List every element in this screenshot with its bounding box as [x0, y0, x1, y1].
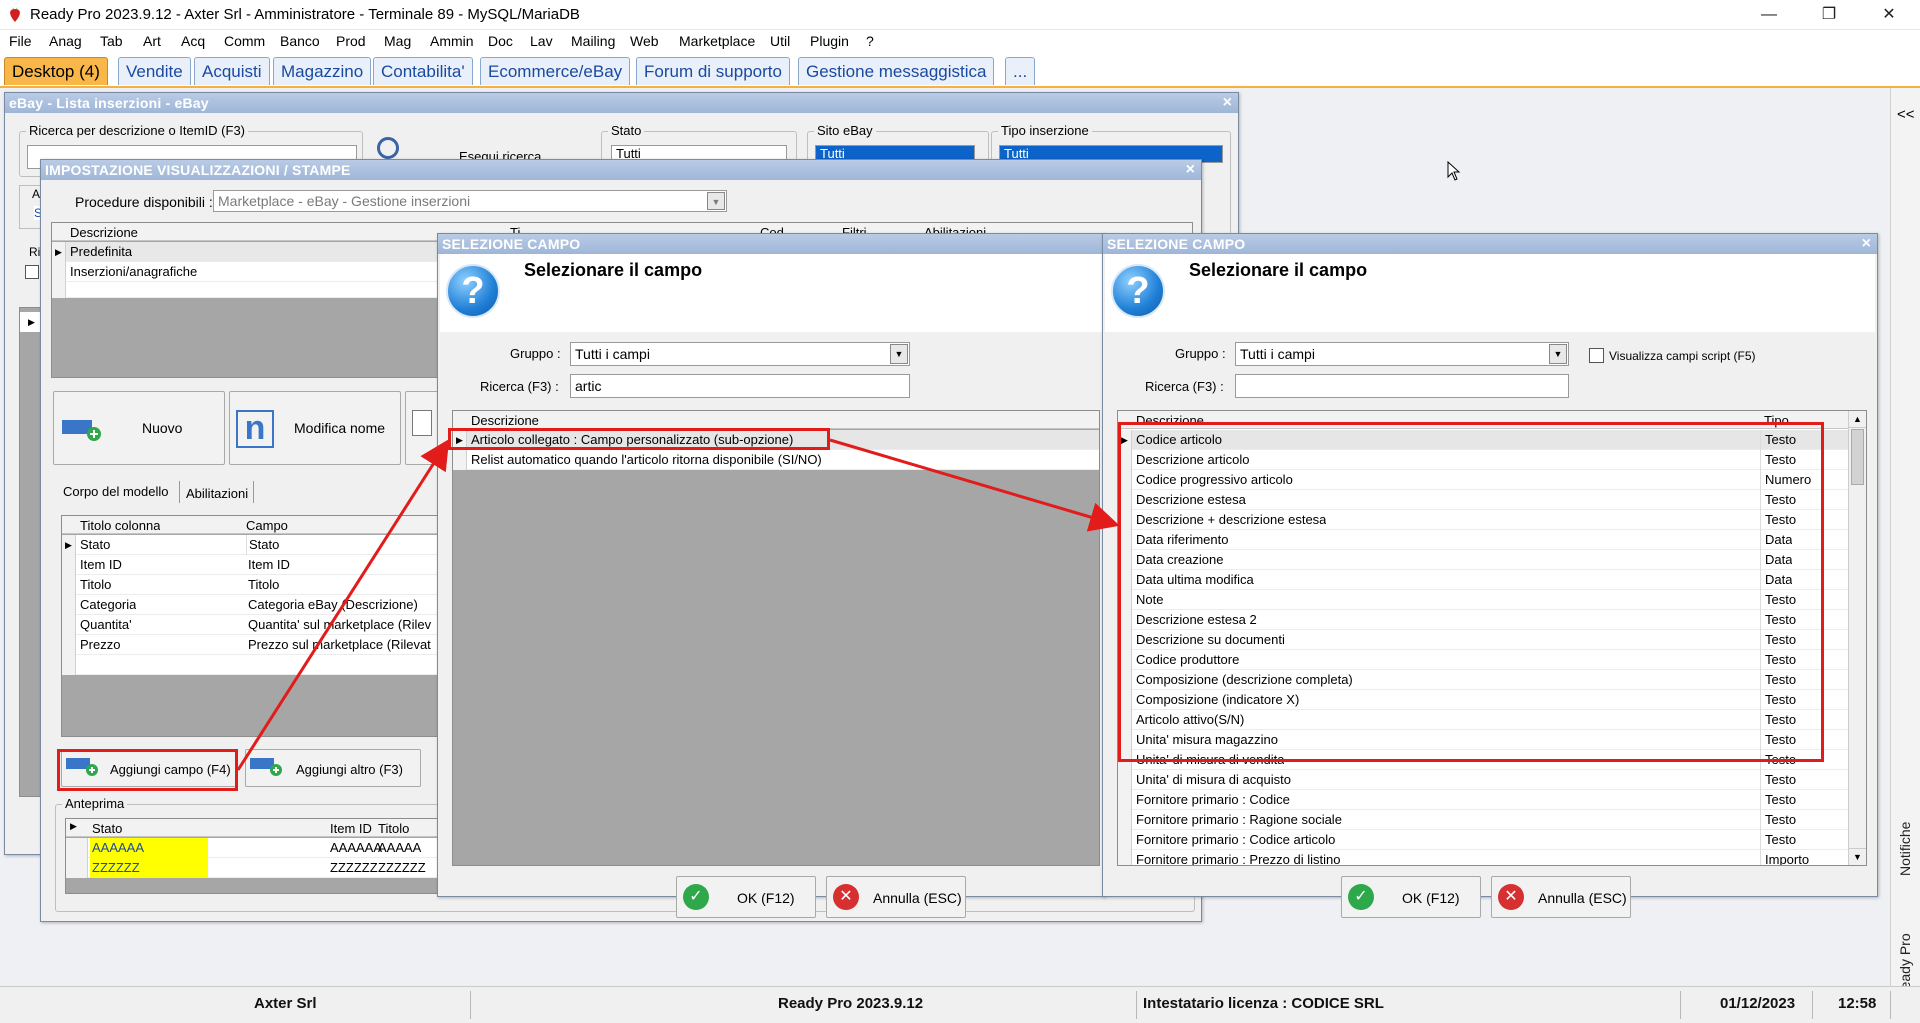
status-separator	[1680, 991, 1681, 1019]
status-bar: Axter Srl Ready Pro 2023.9.12 Intestatar…	[0, 986, 1920, 1023]
status-company: Axter Srl	[254, 995, 317, 1012]
status-time: 12:58	[1838, 995, 1877, 1012]
status-separator	[1136, 991, 1137, 1019]
status-license: Intestatario licenza : CODICE SRL	[1143, 995, 1384, 1012]
status-version: Ready Pro 2023.9.12	[778, 995, 924, 1012]
status-separator	[1812, 991, 1813, 1019]
status-separator	[1890, 991, 1891, 1019]
arrow-to-field-list	[829, 438, 1120, 532]
arrow-to-articolo-collegato	[236, 438, 450, 771]
status-separator	[470, 991, 471, 1019]
status-date: 01/12/2023	[1720, 995, 1796, 1012]
annotation-arrows	[236, 438, 1120, 771]
